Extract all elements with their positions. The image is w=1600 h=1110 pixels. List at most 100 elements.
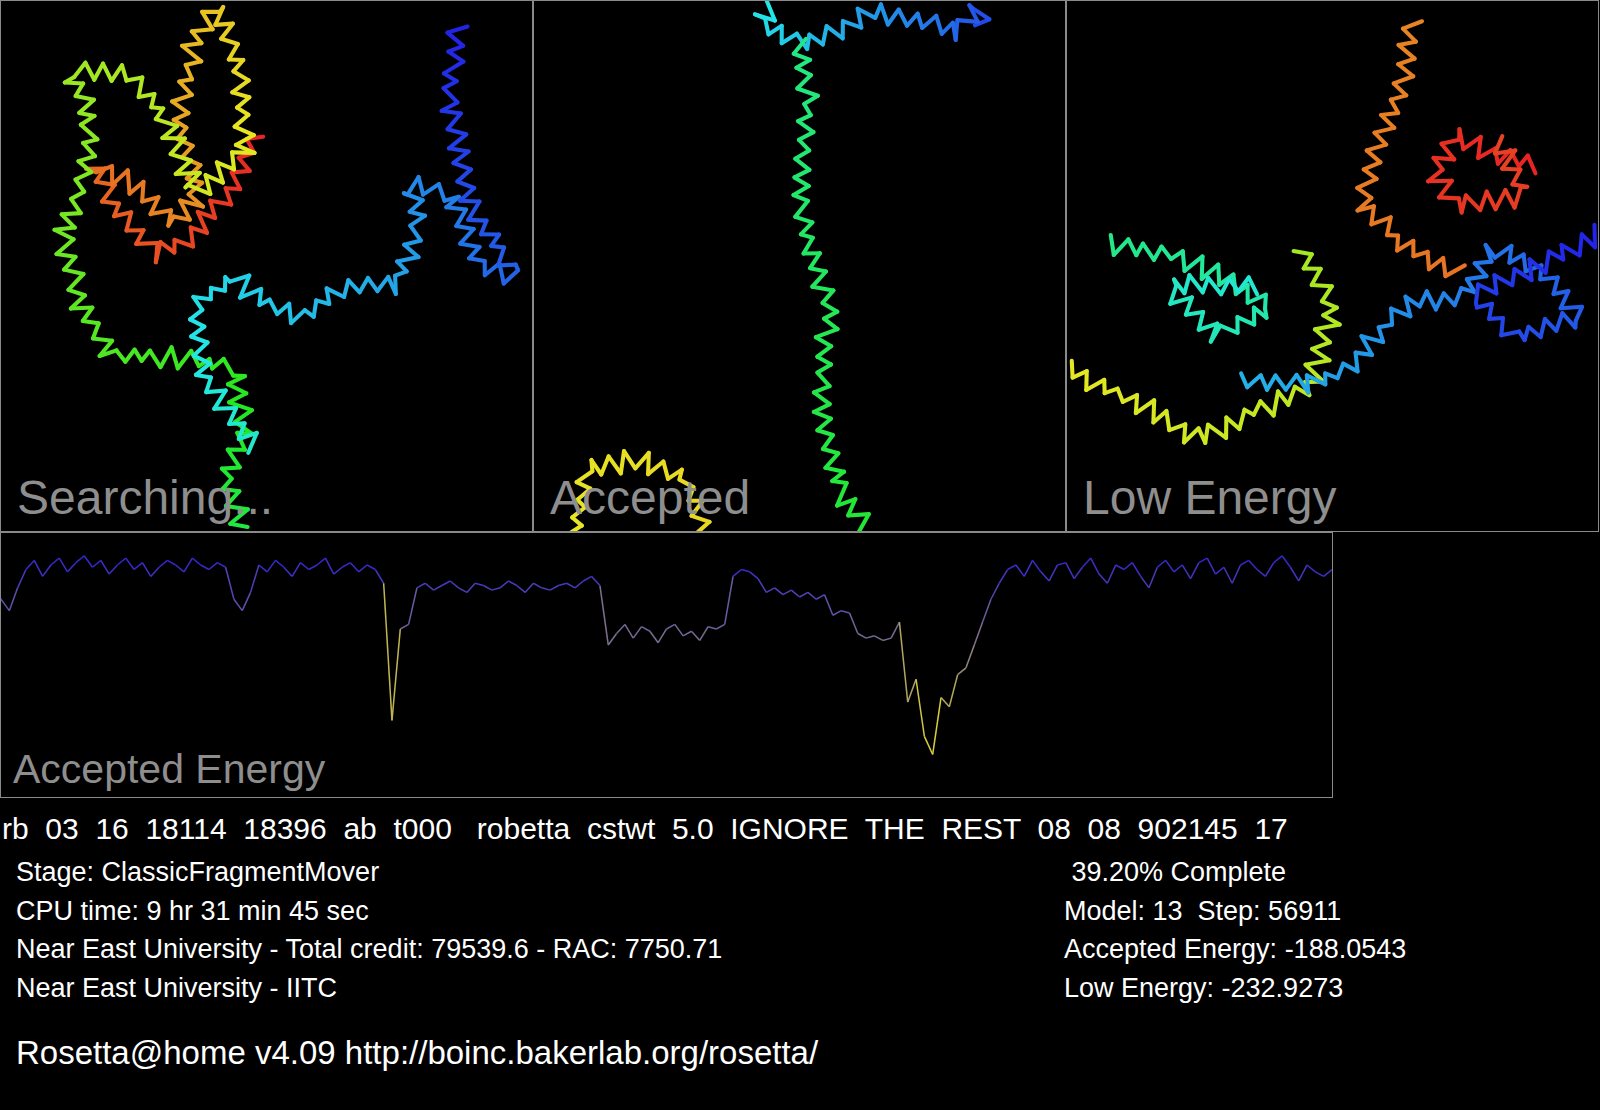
energy-segment: [874, 636, 882, 641]
energy-segment: [93, 560, 101, 567]
energy-segment: [1199, 558, 1207, 563]
energy-segment: [1191, 563, 1199, 579]
structure-panel: Low Energy: [1066, 0, 1599, 532]
energy-segment: [558, 583, 566, 585]
energy-segment: [1057, 563, 1065, 565]
energy-segment: [916, 679, 924, 736]
status-line: Low Energy: -232.9273: [1064, 969, 1406, 1008]
energy-segment: [1008, 565, 1016, 570]
energy-segment: [450, 581, 458, 588]
energy-segment: [517, 586, 525, 593]
structure-panel: Accepted: [533, 0, 1066, 532]
protein-structure: [1, 1, 532, 531]
energy-segment: [76, 556, 84, 563]
energy-segment: [309, 565, 317, 570]
energy-segment: [708, 627, 716, 629]
energy-segment: [1290, 567, 1298, 581]
energy-segment: [1257, 570, 1265, 577]
energy-segment: [18, 570, 26, 588]
energy-segment: [1207, 558, 1215, 574]
energy-segment: [924, 736, 932, 754]
energy-segment: [933, 698, 941, 755]
energy-segment: [725, 576, 733, 624]
energy-segment: [974, 622, 982, 645]
status-line: Stage: ClassicFragmentMover: [16, 853, 1050, 892]
energy-segment: [608, 634, 616, 645]
energy-segment: [733, 570, 741, 577]
energy-segment: [292, 563, 300, 577]
energy-segment: [1232, 565, 1240, 583]
energy-segment: [317, 558, 325, 565]
energy-segment: [667, 624, 675, 629]
energy-segment: [1324, 570, 1332, 577]
energy-segment: [425, 583, 433, 590]
energy-segment: [858, 634, 866, 639]
energy-segment: [841, 611, 849, 613]
energy-segment: [716, 624, 724, 629]
energy-segment: [234, 599, 242, 610]
energy-segment: [34, 560, 42, 576]
top-row: Searching...AcceptedLow Energy: [0, 0, 1600, 532]
energy-segment: [1216, 567, 1224, 574]
energy-segment: [808, 592, 816, 599]
energy-segment: [334, 567, 342, 574]
energy-segment: [1066, 563, 1074, 579]
energy-segment: [650, 631, 658, 642]
energy-segment: [617, 624, 625, 633]
energy-segment: [899, 622, 907, 702]
energy-segment: [259, 565, 267, 572]
energy-segment: [142, 563, 150, 577]
chart-label: Accepted Energy: [13, 746, 325, 793]
energy-segment: [459, 588, 467, 593]
energy-chart: Accepted Energy: [0, 532, 1333, 798]
energy-segment: [1240, 560, 1248, 565]
status-line: 39.20% Complete: [1064, 853, 1406, 892]
footer: Rosetta@home v4.09 http://boinc.bakerlab…: [0, 1033, 1600, 1073]
energy-segment: [1141, 576, 1149, 587]
energy-segment: [392, 629, 400, 720]
energy-segment: [359, 565, 367, 572]
energy-segment: [184, 558, 192, 572]
energy-segment: [1116, 565, 1124, 570]
energy-segment: [192, 558, 200, 565]
energy-segment: [442, 581, 450, 586]
energy-segment: [567, 583, 575, 588]
energy-segment: [434, 586, 442, 591]
energy-segment: [966, 645, 974, 668]
energy-segment: [1024, 560, 1032, 576]
energy-segment: [68, 563, 76, 572]
energy-segment: [475, 583, 483, 585]
panel-label: Low Energy: [1083, 470, 1336, 525]
energy-segment: [941, 698, 949, 707]
energy-segment: [999, 570, 1007, 584]
energy-segment: [525, 583, 533, 592]
energy-segment: [226, 567, 234, 599]
energy-segment: [284, 567, 292, 576]
energy-segment: [691, 631, 699, 640]
energy-segment: [59, 558, 67, 572]
energy-segment: [242, 592, 250, 610]
energy-segment: [775, 588, 783, 595]
energy-segment: [741, 570, 749, 572]
energy-segment: [134, 563, 142, 570]
status-line: Near East University - IITC: [16, 969, 1050, 1008]
energy-segment: [949, 675, 957, 707]
energy-segment: [84, 556, 92, 567]
energy-segment: [891, 622, 899, 638]
energy-segment: [1224, 567, 1232, 583]
energy-segment: [550, 586, 558, 591]
energy-segment: [1149, 567, 1157, 588]
energy-segment: [600, 586, 608, 645]
energy-segment: [350, 563, 358, 572]
energy-segment: [375, 570, 383, 584]
energy-segment: [1, 599, 9, 610]
energy-segment: [276, 560, 284, 567]
energy-segment: [117, 558, 125, 565]
energy-segment: [1016, 565, 1024, 576]
energy-segment: [1124, 563, 1132, 570]
protein-structure: [1067, 1, 1598, 531]
energy-segment: [908, 679, 916, 702]
energy-segment: [492, 588, 500, 590]
energy-segment: [467, 583, 475, 592]
energy-point: [1, 598, 2, 600]
